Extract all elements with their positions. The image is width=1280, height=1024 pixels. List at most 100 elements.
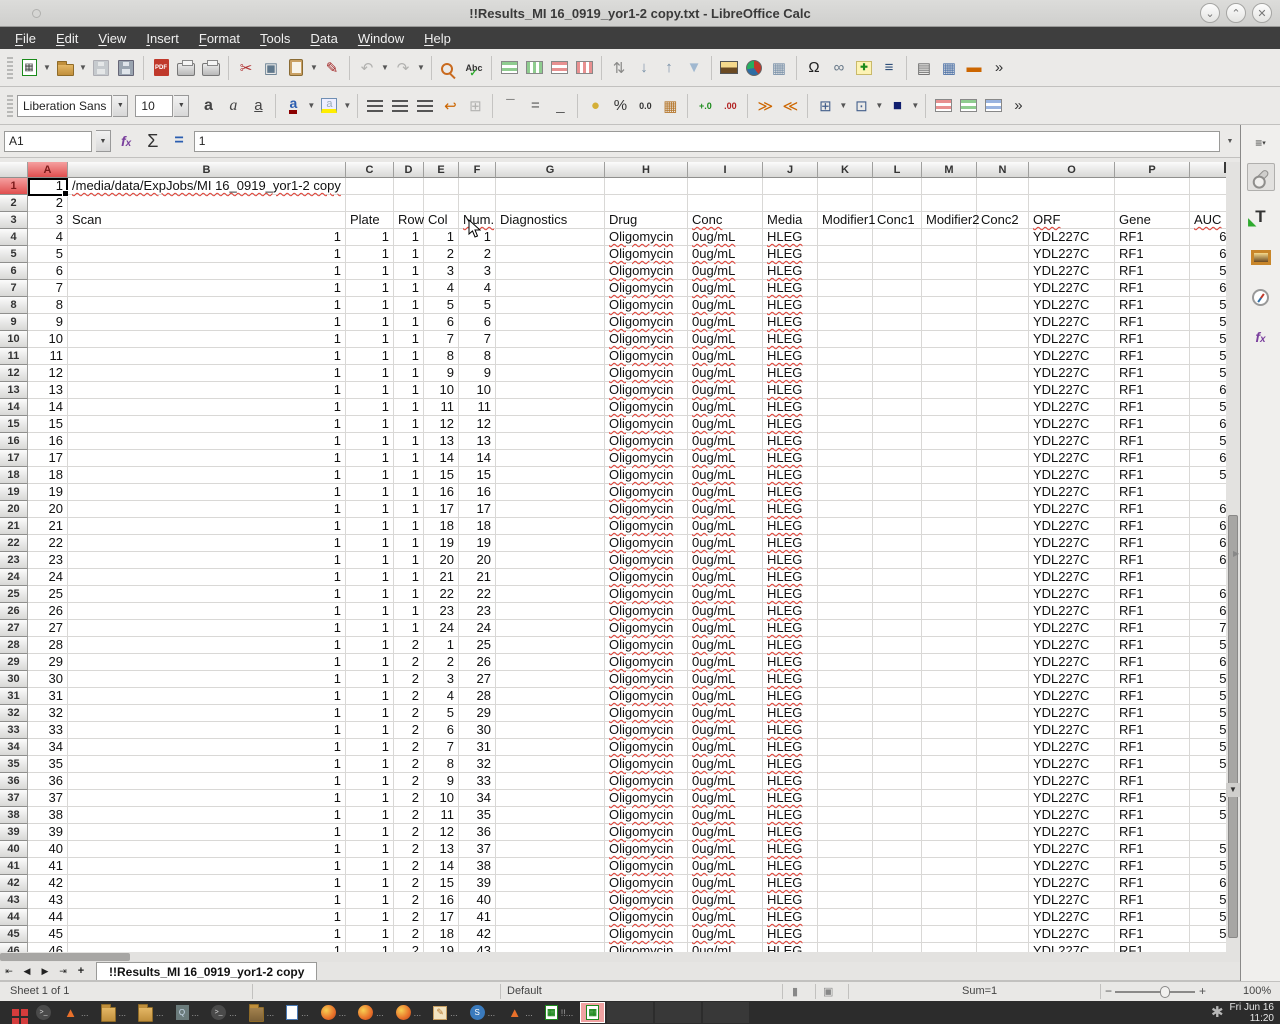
cell-O5[interactable]: YDL227C xyxy=(1029,246,1115,263)
cell-B42[interactable]: 1 xyxy=(68,875,346,892)
cell-E10[interactable]: 7 xyxy=(424,331,459,348)
cell-A32[interactable]: 32 xyxy=(28,705,68,722)
cell-C9[interactable]: 1 xyxy=(346,314,394,331)
cell-J21[interactable]: HLEG xyxy=(763,518,818,535)
cell-G4[interactable] xyxy=(496,229,605,246)
cell-P8[interactable]: RF1 xyxy=(1115,297,1190,314)
cell-N23[interactable] xyxy=(977,552,1029,569)
cell-I7[interactable]: 0ug/mL xyxy=(688,280,763,297)
cell-L43[interactable] xyxy=(873,892,922,909)
cell-D36[interactable]: 2 xyxy=(394,773,424,790)
select-all-corner[interactable] xyxy=(0,162,28,178)
cell-L45[interactable] xyxy=(873,926,922,943)
cell-O37[interactable]: YDL227C xyxy=(1029,790,1115,807)
cell-H3[interactable]: Drug xyxy=(605,212,688,229)
delete-decimal-icon[interactable]: .00 xyxy=(718,93,742,119)
row-header-9[interactable]: 9 xyxy=(0,314,28,331)
cell-C28[interactable]: 1 xyxy=(346,637,394,654)
cell-F41[interactable]: 38 xyxy=(459,858,496,875)
cell-B28[interactable]: 1 xyxy=(68,637,346,654)
column-header-D[interactable]: D xyxy=(394,162,424,178)
cell-H2[interactable] xyxy=(605,195,688,212)
cell-M11[interactable] xyxy=(922,348,977,365)
cell-M4[interactable] xyxy=(922,229,977,246)
formula-icon[interactable]: = xyxy=(168,132,189,150)
cell-G17[interactable] xyxy=(496,450,605,467)
firefox-taskbar-item[interactable]: ... xyxy=(316,1002,352,1023)
cell-D32[interactable]: 2 xyxy=(394,705,424,722)
cell-O26[interactable]: YDL227C xyxy=(1029,603,1115,620)
cell-I38[interactable]: 0ug/mL xyxy=(688,807,763,824)
cell-L6[interactable] xyxy=(873,263,922,280)
menu-format[interactable]: Format xyxy=(190,29,249,48)
cell-F36[interactable]: 33 xyxy=(459,773,496,790)
cell-P46[interactable]: RF1 xyxy=(1115,943,1190,952)
cell-D23[interactable]: 1 xyxy=(394,552,424,569)
cell-E40[interactable]: 13 xyxy=(424,841,459,858)
cell-C3[interactable]: Plate xyxy=(346,212,394,229)
row-header-7[interactable]: 7 xyxy=(0,280,28,297)
cell-O9[interactable]: YDL227C xyxy=(1029,314,1115,331)
previous-sheet-icon[interactable]: ◀ xyxy=(18,962,36,980)
cell-G40[interactable] xyxy=(496,841,605,858)
cell-G29[interactable] xyxy=(496,654,605,671)
cell-N45[interactable] xyxy=(977,926,1029,943)
cell-B2[interactable] xyxy=(68,195,346,212)
cell-A33[interactable]: 33 xyxy=(28,722,68,739)
number-format-icon[interactable]: 0.0 xyxy=(633,93,657,119)
cell-O45[interactable]: YDL227C xyxy=(1029,926,1115,943)
cell-H39[interactable]: Oligomycin xyxy=(605,824,688,841)
cell-O13[interactable]: YDL227C xyxy=(1029,382,1115,399)
cell-M3[interactable]: Modifier2 xyxy=(922,212,977,229)
app-menu-taskbar-item[interactable] xyxy=(2,1002,29,1023)
cell-B33[interactable]: 1 xyxy=(68,722,346,739)
cell-I25[interactable]: 0ug/mL xyxy=(688,586,763,603)
cell-F27[interactable]: 24 xyxy=(459,620,496,637)
row-header-6[interactable]: 6 xyxy=(0,263,28,280)
cell-H5[interactable]: Oligomycin xyxy=(605,246,688,263)
add-decimal-icon[interactable]: +.0 xyxy=(693,93,717,119)
insert-image-icon[interactable] xyxy=(717,55,741,81)
cell-M28[interactable] xyxy=(922,637,977,654)
cell-B40[interactable]: 1 xyxy=(68,841,346,858)
cell-A22[interactable]: 22 xyxy=(28,535,68,552)
cell-P18[interactable]: RF1 xyxy=(1115,467,1190,484)
menu-window[interactable]: Window xyxy=(349,29,413,48)
cell-N4[interactable] xyxy=(977,229,1029,246)
cell-E22[interactable]: 19 xyxy=(424,535,459,552)
cell-L26[interactable] xyxy=(873,603,922,620)
cell-B3[interactable]: Scan xyxy=(68,212,346,229)
cell-C8[interactable]: 1 xyxy=(346,297,394,314)
cell-L29[interactable] xyxy=(873,654,922,671)
cell-A3[interactable]: 3 xyxy=(28,212,68,229)
cell-D41[interactable]: 2 xyxy=(394,858,424,875)
cell-C45[interactable]: 1 xyxy=(346,926,394,943)
cell-J40[interactable]: HLEG xyxy=(763,841,818,858)
cell-P41[interactable]: RF1 xyxy=(1115,858,1190,875)
cell-I15[interactable]: 0ug/mL xyxy=(688,416,763,433)
cell-L15[interactable] xyxy=(873,416,922,433)
cell-C25[interactable]: 1 xyxy=(346,586,394,603)
row-header-1[interactable]: 1 xyxy=(0,178,28,195)
cell-D1[interactable] xyxy=(394,178,424,195)
cell-K38[interactable] xyxy=(818,807,873,824)
cell-D13[interactable]: 1 xyxy=(394,382,424,399)
cell-H44[interactable]: Oligomycin xyxy=(605,909,688,926)
cell-C21[interactable]: 1 xyxy=(346,518,394,535)
cell-B39[interactable]: 1 xyxy=(68,824,346,841)
cell-E14[interactable]: 11 xyxy=(424,399,459,416)
formula-input[interactable]: 1 xyxy=(194,131,1220,152)
clone-formatting-icon[interactable]: ✎ xyxy=(320,55,344,81)
cell-J32[interactable]: HLEG xyxy=(763,705,818,722)
cell-O40[interactable]: YDL227C xyxy=(1029,841,1115,858)
firefox-taskbar-item[interactable]: ... xyxy=(391,1002,427,1023)
cell-L10[interactable] xyxy=(873,331,922,348)
cell-B1[interactable]: /media/data/ExpJobs/MI 16_0919_yor1-2 co… xyxy=(68,178,346,195)
dropdown-arrow-icon[interactable]: ▼ xyxy=(416,55,426,81)
cell-A13[interactable]: 13 xyxy=(28,382,68,399)
cell-F33[interactable]: 30 xyxy=(459,722,496,739)
italic-icon[interactable]: a xyxy=(221,93,245,119)
cell-M20[interactable] xyxy=(922,501,977,518)
cell-G16[interactable] xyxy=(496,433,605,450)
cell-O19[interactable]: YDL227C xyxy=(1029,484,1115,501)
